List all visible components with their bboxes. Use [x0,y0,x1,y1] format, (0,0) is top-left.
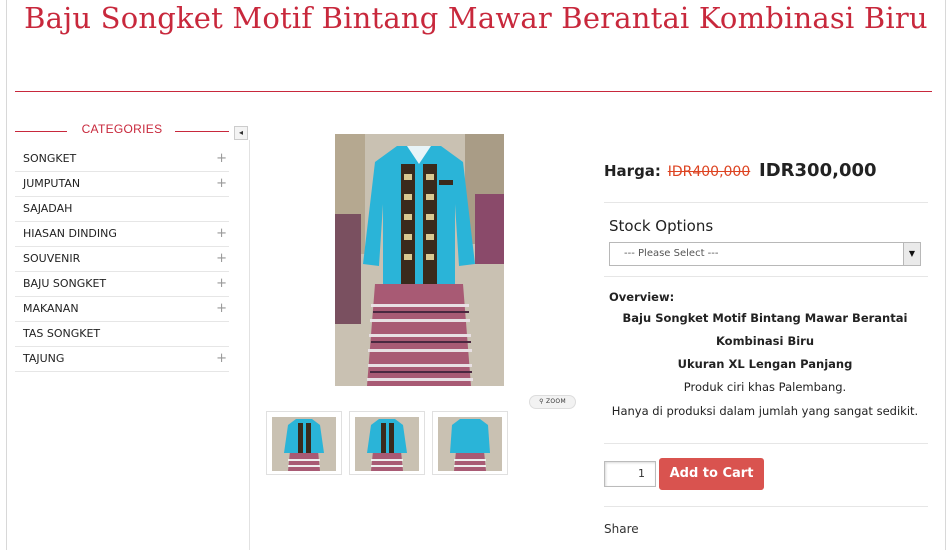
sidebar-item-label: HIASAN DINDING [23,227,117,240]
share-label[interactable]: Share [604,522,639,536]
expand-plus-icon[interactable]: + [216,247,227,271]
category-list: SONGKET + JUMPUTAN + SAJADAH HIASAN DINDING + S… [15,147,229,372]
overview-line: Produk ciri khas Palembang. [683,380,847,394]
overview-heading: Overview: [609,290,675,304]
sidebar-item-songket[interactable]: SONGKET + [15,147,229,172]
thumbnail-3[interactable] [432,411,508,475]
garment-illustration [335,134,504,386]
sidebar-item-hiasan-dinding[interactable]: HIASAN DINDING + [15,222,229,247]
expand-plus-icon[interactable]: + [216,147,227,171]
sidebar-collapse-icon[interactable]: ◂ [234,126,248,140]
sidebar-item-label: TAS SONGKET [23,327,101,340]
sidebar-item-label: TAJUNG [23,352,65,365]
categories-heading: CATEGORIES [15,122,229,140]
divider [604,443,928,444]
expand-plus-icon[interactable]: + [216,172,227,196]
thumbnail-image [355,417,419,471]
sidebar-item-baju-songket[interactable]: BAJU SONGKET + [15,272,229,297]
sidebar-item-tas-songket[interactable]: TAS SONGKET [15,322,229,347]
expand-plus-icon[interactable]: + [216,272,227,296]
thumbnail-image [438,417,502,471]
sidebar-item-makanan[interactable]: MAKANAN + [15,297,229,322]
sidebar-item-label: SOUVENIR [23,252,81,265]
page-title: Baju Songket Motif Bintang Mawar Beranta… [24,1,928,35]
stock-options-label: Stock Options [609,217,714,235]
sidebar-item-label: SONGKET [23,152,77,165]
overview-line: Baju Songket Motif Bintang Mawar Beranta… [622,311,908,325]
sidebar-item-label: JUMPUTAN [23,177,81,190]
dropdown-arrow-icon[interactable]: ▼ [903,243,920,265]
expand-plus-icon[interactable]: + [216,297,227,321]
overview-line: Hanya di produksi dalam jumlah yang sang… [611,404,919,418]
expand-plus-icon[interactable]: + [216,222,227,246]
quantity-input[interactable]: 1 [604,461,656,487]
select-value: --- Please Select --- [624,248,719,259]
price-block: Harga: IDR400,000 IDR300,000 [604,160,877,181]
sidebar-divider [249,140,250,550]
overview-line: Ukuran XL Lengan Panjang [677,357,853,371]
thumbnail-image [272,417,336,471]
price-label: Harga: [604,162,661,180]
divider [604,202,928,203]
new-price: IDR300,000 [759,160,877,181]
expand-plus-icon[interactable]: + [216,347,227,371]
categories-heading-label: CATEGORIES [81,122,163,136]
sidebar-item-souvenir[interactable]: SOUVENIR + [15,247,229,272]
divider [604,276,928,277]
add-to-cart-button[interactable]: Add to Cart [659,458,764,490]
stock-options-select[interactable]: --- Please Select --- ▼ [609,242,921,266]
sidebar-item-label: MAKANAN [23,302,79,315]
sidebar-item-label: SAJADAH [23,202,73,215]
product-main-image[interactable] [335,134,504,386]
thumbnail-1[interactable] [266,411,342,475]
thumbnail-2[interactable] [349,411,425,475]
title-divider [15,91,932,92]
sidebar-item-label: BAJU SONGKET [23,277,107,290]
divider [604,506,928,507]
old-price: IDR400,000 [667,164,751,180]
heading-rule-right [175,131,229,132]
zoom-button[interactable]: ⚲ ZOOM [529,395,576,409]
overview-line: Kombinasi Biru [715,334,815,348]
zoom-label: ZOOM [545,398,566,405]
sidebar-item-jumputan[interactable]: JUMPUTAN + [15,172,229,197]
sidebar-item-tajung[interactable]: TAJUNG + [15,347,229,372]
sidebar-item-sajadah[interactable]: SAJADAH [15,197,229,222]
